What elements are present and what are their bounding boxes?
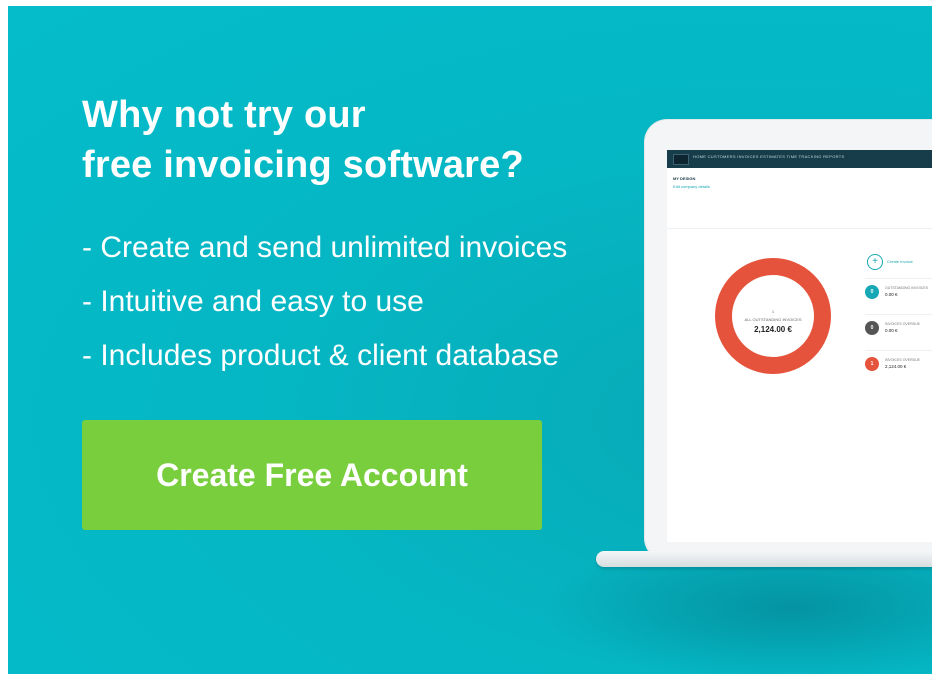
laptop-mockup: HOME CUSTOMERS INVOICES ESTIMATES TIME T… — [645, 120, 932, 560]
feature-item: - Includes product & client database — [82, 339, 559, 372]
headline-line-2: free invoicing software? — [82, 144, 524, 186]
donut-label: ALL OUTSTANDING INVOICES — [744, 317, 802, 322]
stat-value: 2,124.00 € — [885, 364, 907, 369]
laptop-shadow — [540, 560, 932, 680]
divider — [667, 228, 932, 229]
plus-icon: + — [867, 254, 883, 270]
company-link: Edit company details — [673, 184, 710, 189]
stat-value: 0.00 € — [885, 292, 898, 297]
app-nav-bar: HOME CUSTOMERS INVOICES ESTIMATES TIME T… — [667, 150, 932, 168]
stat-count: 0 — [865, 321, 879, 335]
stat-count: 0 — [865, 285, 879, 299]
donut-amount: 2,124.00 € — [754, 325, 792, 334]
app-nav-items: HOME CUSTOMERS INVOICES ESTIMATES TIME T… — [693, 154, 845, 159]
create-invoice-label: Create Invoice — [887, 259, 913, 264]
stat-row: 0 INVOICES OVERDUE 0.00 € — [865, 314, 932, 339]
stat-label: OUTSTANDING INVOICES — [885, 286, 928, 290]
app-logo — [673, 154, 689, 165]
stat-row: 0 OUTSTANDING INVOICES 0.00 € — [865, 278, 932, 303]
feature-item: - Create and send unlimited invoices — [82, 231, 568, 264]
stat-count: 1 — [865, 357, 879, 371]
donut-count: 1 — [771, 309, 775, 314]
feature-item: - Intuitive and easy to use — [82, 285, 424, 318]
feature-list: - Create and send unlimited invoices - I… — [82, 221, 567, 383]
laptop-screen: HOME CUSTOMERS INVOICES ESTIMATES TIME T… — [667, 150, 932, 542]
headline: Why not try our free invoicing software? — [82, 90, 524, 190]
stat-label: INVOICES OVERDUE — [885, 322, 921, 326]
create-free-account-button[interactable]: Create Free Account — [82, 420, 542, 530]
outstanding-donut-chart: 1 ALL OUTSTANDING INVOICES 2,124.00 € — [715, 258, 831, 374]
laptop-base — [596, 551, 932, 567]
stat-value: 0.00 € — [885, 328, 898, 333]
stat-label: INVOICES OVERDUE — [885, 358, 921, 362]
stat-row: 1 INVOICES OVERDUE 2,124.00 € — [865, 350, 932, 375]
headline-line-1: Why not try our — [82, 94, 366, 136]
company-name: MY DESIGN — [673, 176, 696, 181]
